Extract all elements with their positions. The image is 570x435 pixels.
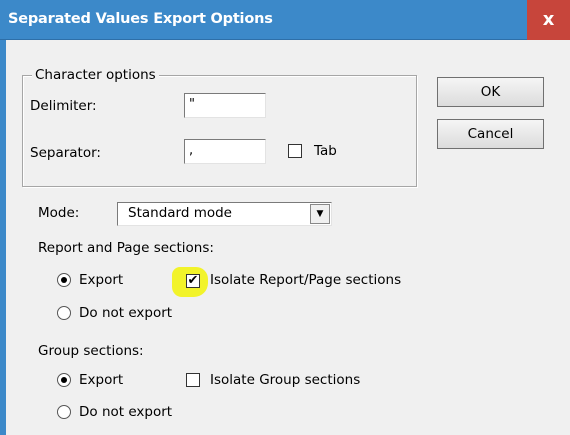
- group-do-not-export-radio[interactable]: [57, 405, 71, 419]
- report-page-heading: Report and Page sections:: [38, 240, 214, 256]
- delimiter-input[interactable]: ": [184, 93, 266, 118]
- mode-label: Mode:: [38, 205, 80, 221]
- delimiter-label: Delimiter:: [30, 98, 97, 114]
- separator-input[interactable]: ,: [184, 139, 266, 164]
- checkmark-icon: ✔: [187, 273, 199, 288]
- chevron-down-icon[interactable]: ▼: [310, 204, 330, 224]
- isolate-group-checkbox[interactable]: [186, 373, 200, 387]
- ok-button[interactable]: OK: [437, 77, 544, 107]
- group-export-radio[interactable]: [57, 373, 71, 387]
- close-button[interactable]: x: [527, 0, 570, 40]
- tab-label: Tab: [314, 143, 337, 159]
- mode-select[interactable]: Standard mode ▼: [117, 202, 332, 226]
- close-icon: x: [542, 9, 555, 30]
- report-do-not-export-radio[interactable]: [57, 306, 71, 320]
- separator-label: Separator:: [30, 145, 101, 161]
- cancel-button[interactable]: Cancel: [437, 119, 544, 149]
- group-sections-heading: Group sections:: [38, 343, 144, 359]
- isolate-report-page-checkbox[interactable]: ✔: [186, 274, 200, 288]
- group-do-not-export-label: Do not export: [79, 404, 173, 420]
- window-title: Separated Values Export Options: [8, 11, 273, 27]
- mode-select-value: Standard mode: [128, 205, 232, 221]
- character-options-group: [22, 75, 417, 187]
- title-bar: Separated Values Export Options: [0, 0, 570, 40]
- character-options-legend: Character options: [32, 67, 159, 83]
- isolate-group-label: Isolate Group sections: [210, 372, 361, 388]
- tab-checkbox[interactable]: [288, 144, 302, 158]
- group-export-label: Export: [79, 372, 124, 388]
- report-export-label: Export: [79, 272, 124, 288]
- report-do-not-export-label: Do not export: [79, 305, 173, 321]
- isolate-report-page-label: Isolate Report/Page sections: [210, 272, 402, 288]
- report-export-radio[interactable]: [57, 273, 71, 287]
